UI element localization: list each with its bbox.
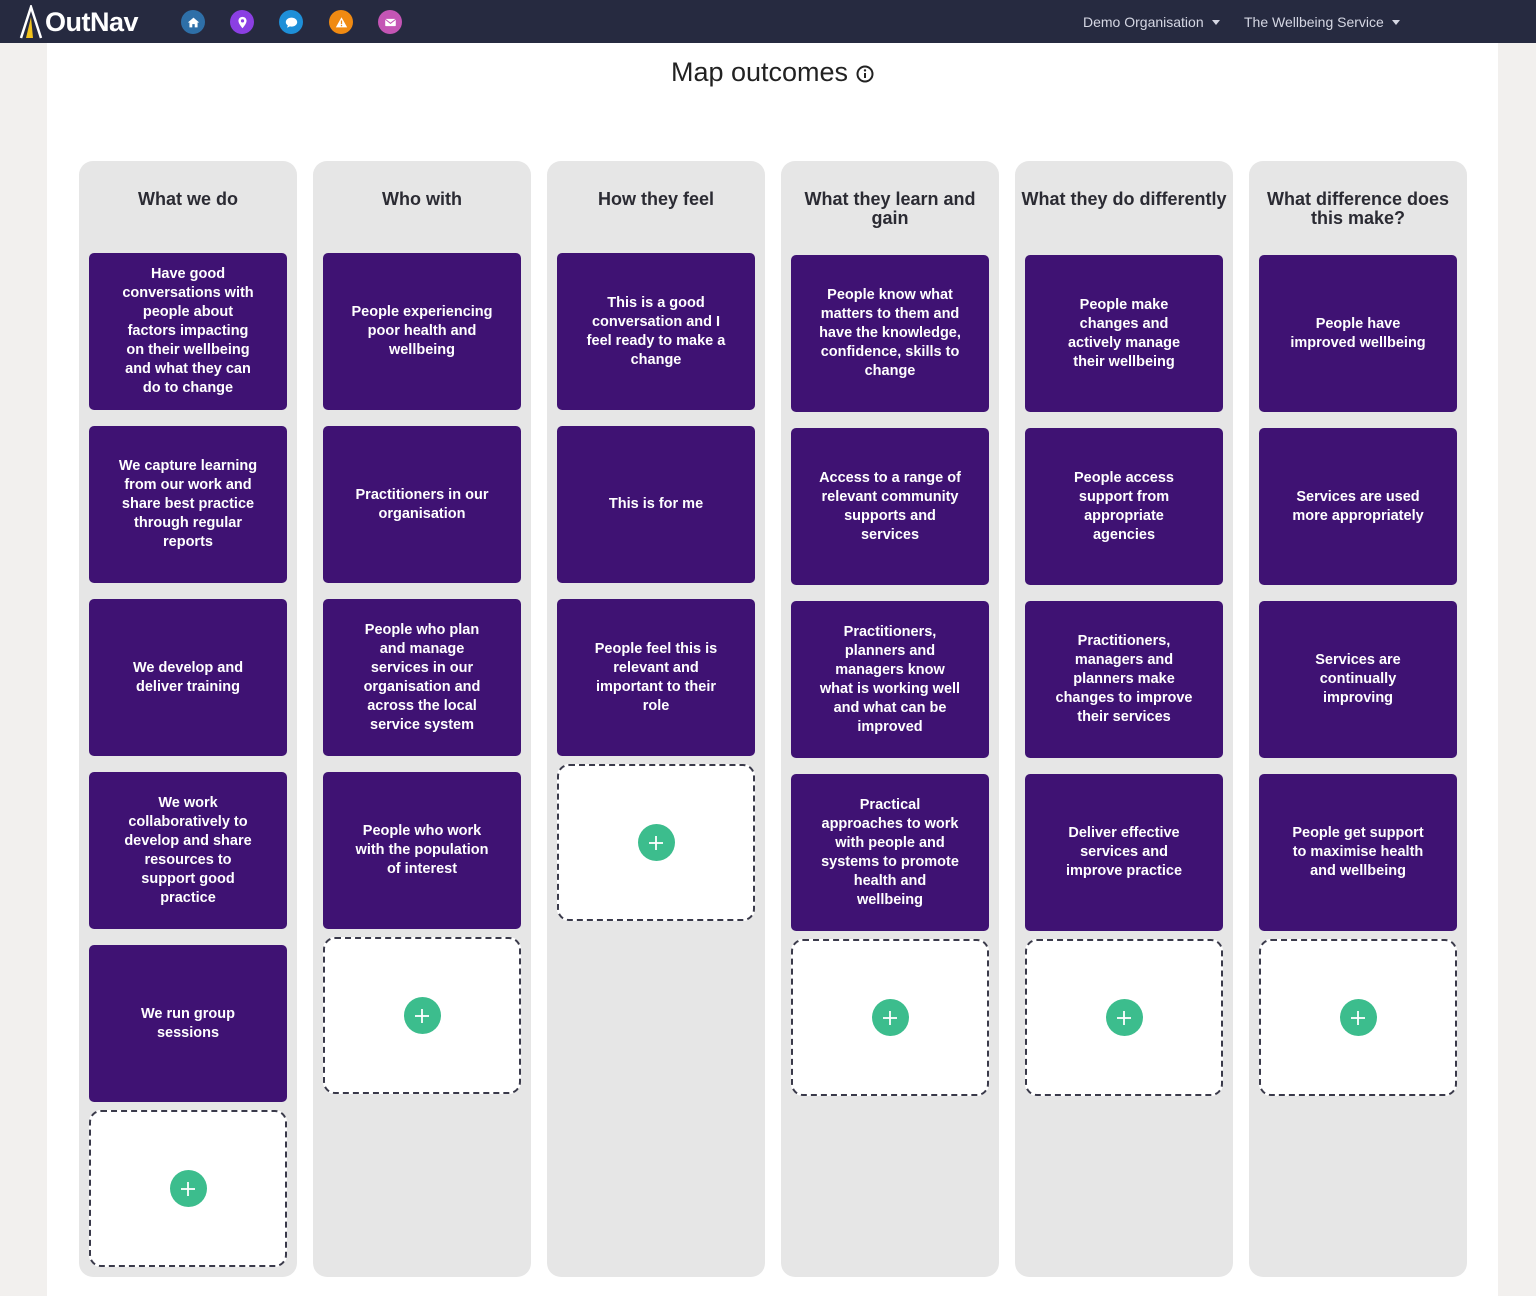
outcome-column: What they learn and gain People know what… bbox=[781, 161, 999, 1277]
outcome-column: What we do Have good conversations with p… bbox=[79, 161, 297, 1277]
outcome-card[interactable]: People make changes and actively manage … bbox=[1025, 255, 1223, 412]
map-pin-icon[interactable] bbox=[230, 10, 254, 34]
service-label: The Wellbeing Service bbox=[1244, 14, 1384, 30]
add-outcome-card[interactable] bbox=[1259, 939, 1457, 1096]
chat-icon[interactable] bbox=[279, 10, 303, 34]
outcome-card[interactable]: We work collaboratively to develop and s… bbox=[89, 772, 287, 929]
outcome-card[interactable]: Practitioners in our organisation bbox=[323, 426, 521, 583]
outcome-card[interactable]: Practical approaches to work with people… bbox=[791, 774, 989, 931]
outcome-column: What they do differently People make chan… bbox=[1015, 161, 1233, 1277]
outcome-card[interactable]: People feel this is relevant and importa… bbox=[557, 599, 755, 756]
mail-icon[interactable] bbox=[378, 10, 402, 34]
outcome-card[interactable]: Deliver effective services and improve p… bbox=[1025, 774, 1223, 931]
top-navbar: OutNav Demo Organisation The Wellbeing S… bbox=[0, 0, 1536, 43]
outcome-card[interactable]: We develop and deliver training bbox=[89, 599, 287, 756]
outcome-column: How they feel This is a good conversation… bbox=[547, 161, 765, 1277]
outcome-card[interactable]: People know what matters to them and hav… bbox=[791, 255, 989, 412]
plus-icon bbox=[637, 824, 675, 861]
outcome-card[interactable]: People get support to maximise health an… bbox=[1259, 774, 1457, 931]
chevron-down-icon bbox=[1391, 19, 1400, 25]
outcome-card[interactable]: We run group sessions bbox=[89, 945, 287, 1102]
warning-icon[interactable] bbox=[329, 10, 353, 34]
page-title: Map outcomes bbox=[670, 57, 849, 87]
outcome-card[interactable]: Practitioners, managers and planners mak… bbox=[1025, 601, 1223, 758]
outcome-card[interactable]: Access to a range of relevant community … bbox=[791, 428, 989, 585]
organisation-dropdown[interactable]: Demo Organisation bbox=[1083, 14, 1220, 30]
page-title-row: Map outcomes bbox=[47, 57, 1498, 88]
column-title: What difference does this make? bbox=[1266, 189, 1450, 228]
add-outcome-card[interactable] bbox=[89, 1110, 287, 1267]
plus-icon bbox=[403, 997, 441, 1034]
column-title: What we do bbox=[138, 189, 238, 209]
outcome-column: What difference does this make? People ha… bbox=[1249, 161, 1467, 1277]
column-title: What they do differently bbox=[1021, 189, 1227, 209]
app-name: OutNav bbox=[45, 6, 139, 37]
plus-icon bbox=[169, 1170, 207, 1207]
column-title: What they learn and gain bbox=[804, 189, 976, 228]
chevron-down-icon bbox=[1211, 19, 1220, 25]
outcome-card[interactable]: Have good conversations with people abou… bbox=[89, 253, 287, 410]
column-title: Who with bbox=[382, 189, 462, 209]
service-dropdown[interactable]: The Wellbeing Service bbox=[1244, 14, 1400, 30]
outcome-card[interactable]: People who work with the population of i… bbox=[323, 772, 521, 929]
outcome-card[interactable]: People have improved wellbeing bbox=[1259, 255, 1457, 412]
plus-icon bbox=[1339, 999, 1377, 1036]
add-outcome-card[interactable] bbox=[557, 764, 755, 921]
outcome-card[interactable]: We capture learning from our work and sh… bbox=[89, 426, 287, 583]
add-outcome-card[interactable] bbox=[1025, 939, 1223, 1096]
add-outcome-card[interactable] bbox=[791, 939, 989, 1096]
plus-icon bbox=[871, 999, 909, 1036]
outcome-card[interactable]: Services are continually improving bbox=[1259, 601, 1457, 758]
home-icon[interactable] bbox=[181, 10, 205, 34]
column-title: How they feel bbox=[597, 189, 715, 209]
info-icon[interactable] bbox=[856, 65, 874, 83]
outcome-card[interactable]: Services are used more appropriately bbox=[1259, 428, 1457, 585]
outcome-card[interactable]: People who plan and manage services in o… bbox=[323, 599, 521, 756]
outcome-column: Who with People experiencing poor health … bbox=[313, 161, 531, 1277]
outcome-card[interactable]: Practitioners, planners and managers kno… bbox=[791, 601, 989, 758]
organisation-label: Demo Organisation bbox=[1083, 14, 1204, 30]
outcome-card[interactable]: People access support from appropriate a… bbox=[1025, 428, 1223, 585]
outcome-card[interactable]: People experiencing poor health and well… bbox=[323, 253, 521, 410]
plus-icon bbox=[1105, 999, 1143, 1036]
outnav-logo[interactable]: OutNav bbox=[18, 5, 139, 39]
outcome-card[interactable]: This is for me bbox=[557, 426, 755, 583]
add-outcome-card[interactable] bbox=[323, 937, 521, 1094]
outcome-card[interactable]: This is a good conversation and I feel r… bbox=[557, 253, 755, 410]
logo-mark-icon bbox=[19, 5, 43, 39]
